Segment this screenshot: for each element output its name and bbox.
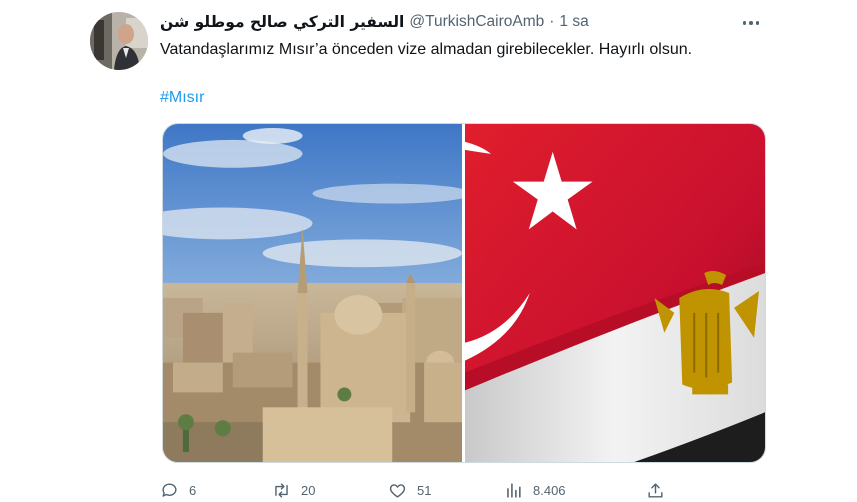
hashtag-link[interactable]: #Mısır [160,86,204,110]
retweet-count: 20 [301,482,316,498]
like-count: 51 [417,482,432,498]
more-dot-icon [749,21,753,25]
media-photo-cairo-mosque[interactable] [163,124,462,462]
tweet-header: السفير التركي صالح موطلو شن @TurkishCair… [160,11,589,33]
media-photo-flags[interactable] [464,124,765,462]
timestamp[interactable]: 1 sa [559,13,588,31]
tweet-text: Vatandaşlarımız Mısır’a önceden vize alm… [160,41,693,58]
reply-button[interactable]: 6 [160,478,196,502]
cairo-mosque-image [163,124,462,462]
avatar-photo [90,12,148,70]
display-name[interactable]: السفير التركي صالح موطلو شن [160,13,404,31]
media-grid [162,123,766,463]
like-button[interactable]: 51 [388,478,431,502]
more-dot-icon [755,21,760,25]
more-options-button[interactable] [736,12,766,34]
views-button[interactable]: 8.406 [504,478,566,502]
more-dot-icon [742,21,747,25]
reply-count: 6 [189,482,197,498]
views-chart-icon [507,482,521,498]
reply-icon [162,482,177,497]
turkey-egypt-flags-image [464,124,765,462]
share-button[interactable] [646,478,665,502]
tweet-card[interactable]: السفير التركي صالح موطلو شن @TurkishCair… [0,0,857,502]
separator-dot: · [549,13,555,30]
avatar[interactable] [90,12,148,70]
user-handle[interactable]: @TurkishCairoAmb [409,13,544,31]
heart-icon [389,483,406,498]
retweet-icon [275,482,288,498]
views-count: 8.406 [533,482,566,498]
action-bar: 6 20 51 8.406 [160,478,680,502]
retweet-button[interactable]: 20 [272,478,315,502]
share-icon [648,482,663,498]
